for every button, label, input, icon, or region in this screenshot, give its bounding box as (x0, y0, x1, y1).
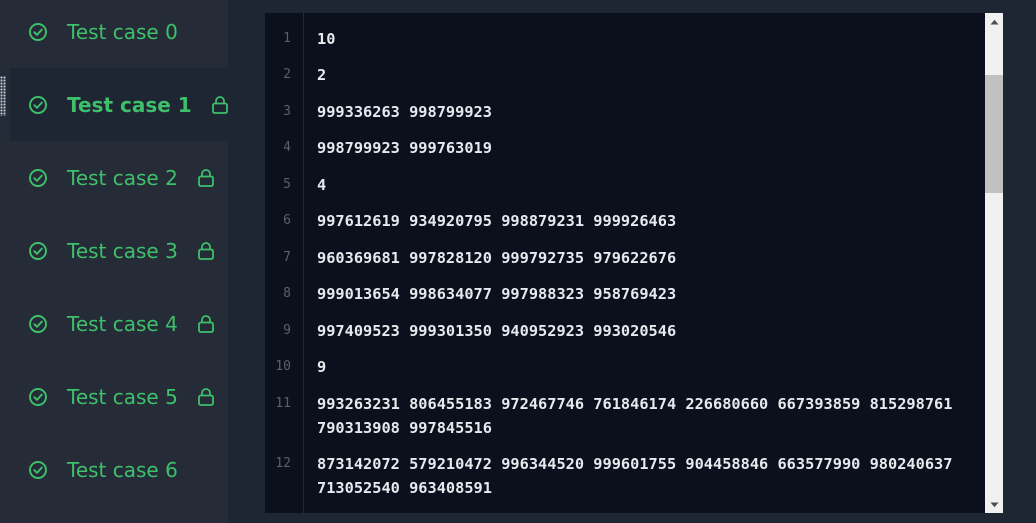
lock-icon (197, 314, 214, 333)
line-text: 2 (317, 66, 327, 84)
scroll-up-button[interactable] (985, 13, 1003, 30)
lock-icon (211, 95, 228, 114)
line-number: 1 (283, 31, 291, 46)
line-number: 2 (283, 67, 291, 82)
test-case-label: Test case 4 (67, 311, 178, 336)
lock-icon (197, 241, 214, 260)
line-number: 4 (283, 140, 291, 155)
drag-handle[interactable] (0, 76, 6, 116)
test-case-0[interactable]: Test case 0 (10, 0, 228, 68)
test-case-label: Test case 6 (67, 457, 178, 482)
test-case-label: Test case 1 (67, 92, 192, 117)
test-case-3[interactable]: Test case 3 (10, 214, 228, 287)
line-number: 8 (283, 286, 291, 301)
test-case-label: Test case 0 (67, 19, 178, 44)
check-circle-icon (29, 460, 47, 479)
test-case-sidebar: Test case 0 Test case 1 Test case 2 Test… (0, 0, 228, 523)
vertical-scrollbar[interactable] (985, 13, 1003, 513)
test-case-label: Test case 5 (67, 384, 178, 409)
test-case-4[interactable]: Test case 4 (10, 287, 228, 360)
lock-icon (197, 168, 214, 187)
line-number: 9 (283, 323, 291, 338)
scrollbar-thumb[interactable] (985, 75, 1003, 193)
line-text: 997409523 999301350 940952923 993020546 (317, 322, 677, 340)
line-text: 4 (317, 176, 327, 194)
line-text: 998799923 999763019 (317, 139, 492, 157)
line-number: 5 (283, 177, 291, 192)
line-text: 999013654 998634077 997988323 958769423 (317, 285, 677, 303)
line-number: 10 (275, 359, 291, 374)
line-text: 993263231 806455183 972467746 761846174 … (317, 395, 953, 437)
check-circle-icon (29, 314, 47, 333)
test-case-1[interactable]: Test case 1 (10, 68, 228, 141)
input-viewer[interactable]: 1 10 2 2 3 999336263 998799923 4 9987999… (265, 13, 1003, 513)
line-text: 997612619 934920795 998879231 999926463 (317, 212, 677, 230)
line-text: 999336263 998799923 (317, 103, 492, 121)
line-text: 9 (317, 358, 327, 376)
line-number: 11 (275, 396, 291, 411)
check-circle-icon (29, 168, 47, 187)
line-text: 10 (317, 30, 336, 48)
line-text: 873142072 579210472 996344520 999601755 … (317, 455, 953, 497)
lock-icon (197, 387, 214, 406)
test-case-2[interactable]: Test case 2 (10, 141, 228, 214)
test-case-6[interactable]: Test case 6 (10, 433, 228, 506)
line-number: 3 (283, 104, 291, 119)
check-circle-icon (29, 387, 47, 406)
check-circle-icon (29, 22, 47, 41)
line-text: 960369681 997828120 999792735 979622676 (317, 249, 677, 267)
scroll-down-button[interactable] (985, 496, 1003, 513)
line-number: 6 (283, 213, 291, 228)
test-case-5[interactable]: Test case 5 (10, 360, 228, 433)
check-circle-icon (29, 241, 47, 260)
line-number: 12 (275, 456, 291, 471)
caret-down-icon (990, 502, 998, 507)
check-circle-icon (29, 95, 47, 114)
line-number: 7 (283, 250, 291, 265)
test-case-label: Test case 3 (67, 238, 178, 263)
test-case-label: Test case 2 (67, 165, 178, 190)
caret-up-icon (990, 19, 998, 24)
